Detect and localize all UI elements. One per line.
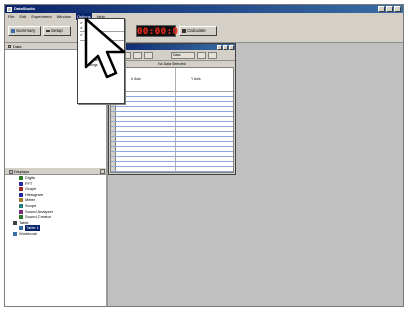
table-minimize-button[interactable]	[217, 44, 222, 50]
sound-analyzer-icon	[19, 209, 23, 214]
maximize-button[interactable]	[386, 6, 393, 12]
calculate-button[interactable]: Calculate	[179, 26, 217, 36]
data-icon	[8, 45, 11, 48]
fft-icon	[19, 181, 23, 186]
data-table[interactable]: X Axis Y Axis	[110, 67, 234, 173]
column-header-y[interactable]: Y Axis	[191, 77, 201, 81]
histogram-icon	[19, 192, 23, 197]
sound-creator-icon	[19, 215, 23, 220]
data-dropdown-button[interactable]: Data	[171, 52, 195, 59]
summary-label: Summary	[16, 28, 36, 33]
app-icon	[7, 6, 12, 12]
title-bar: DataStudio	[5, 5, 403, 13]
tree-item-workbook[interactable]: Workbook	[5, 231, 106, 237]
data-pane-label: Data	[13, 44, 22, 49]
window-title: DataStudio	[14, 6, 36, 11]
summary-button[interactable]: Summary	[8, 26, 41, 36]
calculate-label: Calculate	[187, 28, 206, 33]
workbook-icon	[13, 231, 17, 236]
graph-icon	[19, 187, 23, 192]
table-tool-6[interactable]	[208, 52, 217, 59]
main-toolbar: Summary Setup 00:00:0 Calculate	[5, 20, 403, 43]
scope-icon	[19, 203, 23, 208]
table-close-button[interactable]	[229, 44, 234, 50]
data-dropdown-label: Data	[173, 53, 181, 57]
window-controls	[378, 6, 401, 12]
displays-collapse-button[interactable]	[100, 169, 105, 174]
setup-button[interactable]: Setup	[43, 26, 71, 36]
meter-icon	[19, 198, 23, 203]
table-row[interactable]	[111, 167, 233, 172]
table-tool-5[interactable]	[197, 52, 206, 59]
displays-tree: Displays Digits FFT Graph Histogram Meter Sco…	[5, 168, 106, 237]
table-icon	[13, 220, 17, 225]
displays-header[interactable]: Displays	[5, 168, 106, 175]
menu-window[interactable]: Window	[57, 13, 71, 20]
close-button[interactable]	[394, 6, 401, 12]
mouse-cursor-icon	[84, 17, 126, 79]
table-tool-4[interactable]	[144, 52, 153, 59]
menu-bar: File Edit Experiment Window Options Help	[5, 13, 403, 20]
table-doc-icon	[19, 226, 23, 231]
summary-icon	[11, 29, 15, 33]
tree-item-label: Workbook	[19, 230, 37, 236]
menu-experiment[interactable]: Experiment	[31, 13, 51, 20]
displays-icon	[9, 169, 13, 174]
calculator-icon	[182, 29, 186, 33]
table-maximize-button[interactable]	[223, 44, 228, 50]
minimize-button[interactable]	[378, 6, 385, 12]
digits-icon	[19, 176, 23, 180]
menu-file[interactable]: File	[8, 13, 14, 20]
check-icon: ✔	[80, 33, 83, 37]
setup-icon	[46, 30, 50, 32]
displays-label: Displays	[14, 169, 30, 174]
menu-edit[interactable]: Edit	[19, 13, 26, 20]
setup-label: Setup	[51, 28, 63, 33]
